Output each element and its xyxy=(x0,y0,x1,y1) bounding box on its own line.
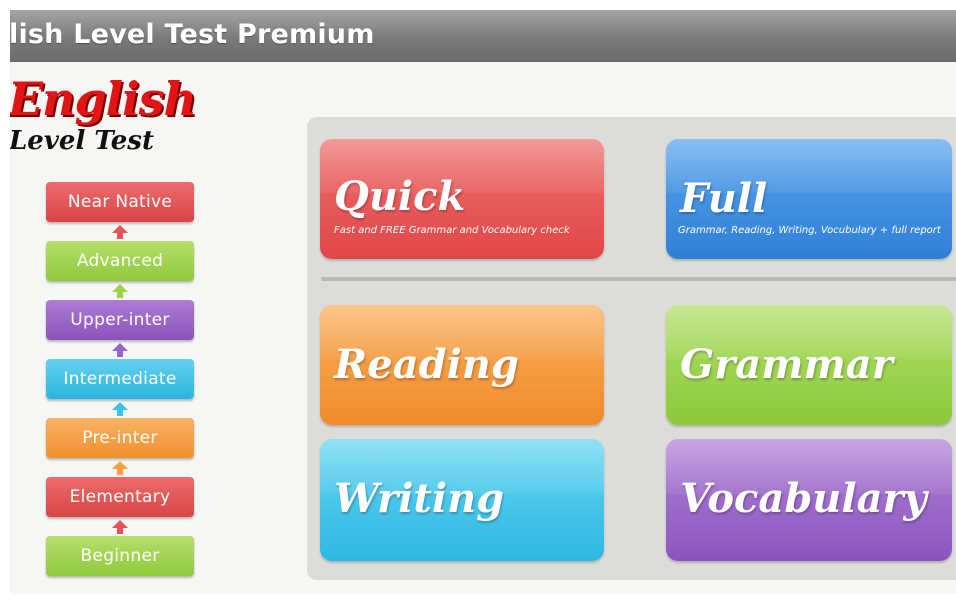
level-elementary: Elementary xyxy=(46,477,194,517)
up-arrow-icon xyxy=(112,520,128,534)
grammar-test-title: Grammar xyxy=(680,341,893,388)
quick-test-title: Quick xyxy=(334,173,466,220)
grammar-test-button[interactable]: Grammar xyxy=(666,305,952,425)
writing-test-title: Writing xyxy=(334,475,505,522)
vocabulary-test-button[interactable]: Vocabulary xyxy=(666,439,952,561)
level-intermediate: Intermediate xyxy=(46,359,194,399)
vocabulary-test-title: Vocabulary xyxy=(680,475,927,522)
quick-test-button[interactable]: Quick Fast and FREE Grammar and Vocabula… xyxy=(320,139,604,259)
up-arrow-icon xyxy=(112,461,128,475)
app-title: lish Level Test Premium xyxy=(10,19,375,50)
quick-test-subtitle: Fast and FREE Grammar and Vocabulary che… xyxy=(334,225,570,236)
level-upper-inter: Upper-inter xyxy=(46,300,194,340)
title-bar: lish Level Test Premium xyxy=(10,10,956,62)
up-arrow-icon xyxy=(112,402,128,416)
level-beginner: Beginner xyxy=(46,536,194,576)
level-advanced: Advanced xyxy=(46,241,194,281)
app-screen: lish Level Test Premium English Level Te… xyxy=(10,10,956,594)
full-test-subtitle: Grammar, Reading, Writing, Vocubulary + … xyxy=(678,225,941,236)
logo-subtitle: Level Test xyxy=(10,126,154,156)
level-pre-inter: Pre-inter xyxy=(46,418,194,458)
section-divider xyxy=(321,277,956,281)
level-near-native: Near Native xyxy=(46,182,194,222)
logo-title: English xyxy=(10,72,197,126)
up-arrow-icon xyxy=(112,225,128,239)
full-test-button[interactable]: Full Grammar, Reading, Writing, Vocubula… xyxy=(666,139,952,259)
reading-test-title: Reading xyxy=(334,341,519,388)
full-test-title: Full xyxy=(680,175,768,222)
reading-test-button[interactable]: Reading xyxy=(320,305,604,425)
up-arrow-icon xyxy=(112,284,128,298)
up-arrow-icon xyxy=(112,343,128,357)
writing-test-button[interactable]: Writing xyxy=(320,439,604,561)
